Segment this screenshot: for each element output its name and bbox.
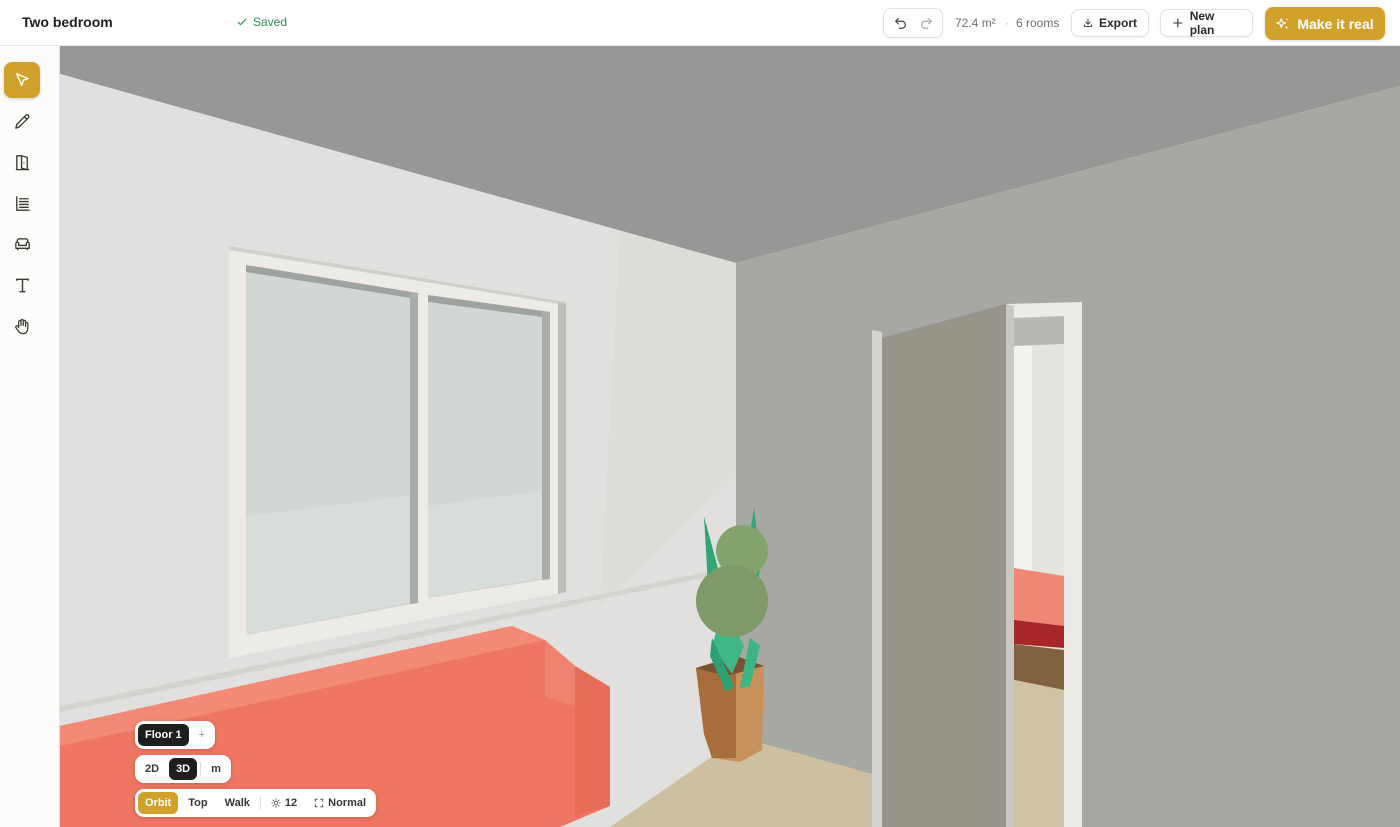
plan-title[interactable]: Two bedroom <box>22 14 113 30</box>
sun-time-value: 12 <box>284 797 298 809</box>
tool-sidebar <box>0 46 60 827</box>
download-icon <box>1084 18 1092 27</box>
stairs-icon <box>15 195 30 211</box>
pan-tool-button[interactable] <box>4 308 40 344</box>
next-room-floor <box>1014 680 1064 827</box>
text-icon <box>15 278 29 292</box>
divider <box>259 796 261 810</box>
new-plan-button[interactable]: New plan <box>1160 9 1253 37</box>
export-button[interactable]: Export <box>1071 9 1149 37</box>
expand-icon <box>314 798 324 808</box>
pane-right-mullion <box>542 311 550 580</box>
sun-icon <box>271 798 281 808</box>
plan-area: 72.4 m² <box>955 16 996 30</box>
door-leaf <box>882 304 1006 827</box>
export-label: Export <box>1098 16 1137 30</box>
3d-viewport[interactable]: Floor 1 + 2D 3D m Orbit Top Walk 12 Norm… <box>60 46 1400 827</box>
undo-button[interactable] <box>889 11 913 35</box>
camera-controls: Orbit Top Walk 12 Normal <box>135 789 377 817</box>
3d-scene[interactable] <box>60 46 1400 827</box>
window-side-edge <box>558 302 566 594</box>
sun-time-control[interactable]: 12 <box>264 792 304 814</box>
pane-left-mullion <box>410 292 418 604</box>
orbit-camera-button[interactable]: Orbit <box>138 792 179 814</box>
door-icon <box>15 154 29 170</box>
draw-tool-button[interactable] <box>4 103 40 139</box>
quality-button[interactable]: Normal <box>307 792 373 814</box>
door-edge <box>1006 304 1014 827</box>
undo-icon <box>894 18 906 29</box>
history-controls <box>883 8 943 38</box>
quality-label: Normal <box>328 797 367 809</box>
sofa-icon <box>14 237 30 250</box>
redo-icon <box>920 18 932 29</box>
save-status-text: Saved <box>253 15 288 29</box>
unit-toggle-button[interactable]: m <box>204 758 228 780</box>
door-casing <box>872 330 882 827</box>
sparkles-icon <box>1276 17 1289 29</box>
top-bar: Two bedroom Saved 72.4 m² · 6 rooms Expo… <box>0 0 1400 46</box>
text-tool-button[interactable] <box>4 267 40 303</box>
view-2d-button[interactable]: 2D <box>138 758 166 780</box>
door-header <box>1014 316 1064 346</box>
sofa-arm-front <box>575 666 610 816</box>
floor-switcher: Floor 1 + <box>135 721 216 749</box>
check-icon <box>237 18 247 26</box>
redo-button[interactable] <box>914 11 938 35</box>
walk-camera-button[interactable]: Walk <box>218 792 257 814</box>
view-mode-toggle: 2D 3D m <box>135 755 231 783</box>
save-status: Saved <box>236 15 287 29</box>
new-plan-label: New plan <box>1189 9 1215 37</box>
hand-icon <box>14 318 28 334</box>
make-it-real-label: Make it real <box>1297 15 1374 32</box>
room-count: 6 rooms <box>1016 16 1060 30</box>
top-camera-button[interactable]: Top <box>181 792 214 814</box>
select-tool-button[interactable] <box>4 62 40 98</box>
view-3d-button[interactable]: 3D <box>169 758 198 780</box>
stairs-tool-button[interactable] <box>4 185 40 221</box>
plant-foliage <box>696 565 768 637</box>
plus-icon <box>1173 18 1183 28</box>
cursor-icon <box>15 72 29 86</box>
pencil-icon <box>14 113 29 129</box>
divider <box>200 762 202 776</box>
furniture-tool-button[interactable] <box>4 226 40 262</box>
floor-1-tab[interactable]: Floor 1 <box>138 724 189 746</box>
make-it-real-button[interactable]: Make it real <box>1265 7 1385 40</box>
door-tool-button[interactable] <box>4 144 40 180</box>
add-floor-button[interactable]: + <box>192 724 212 746</box>
separator-dot: · <box>1005 16 1009 30</box>
